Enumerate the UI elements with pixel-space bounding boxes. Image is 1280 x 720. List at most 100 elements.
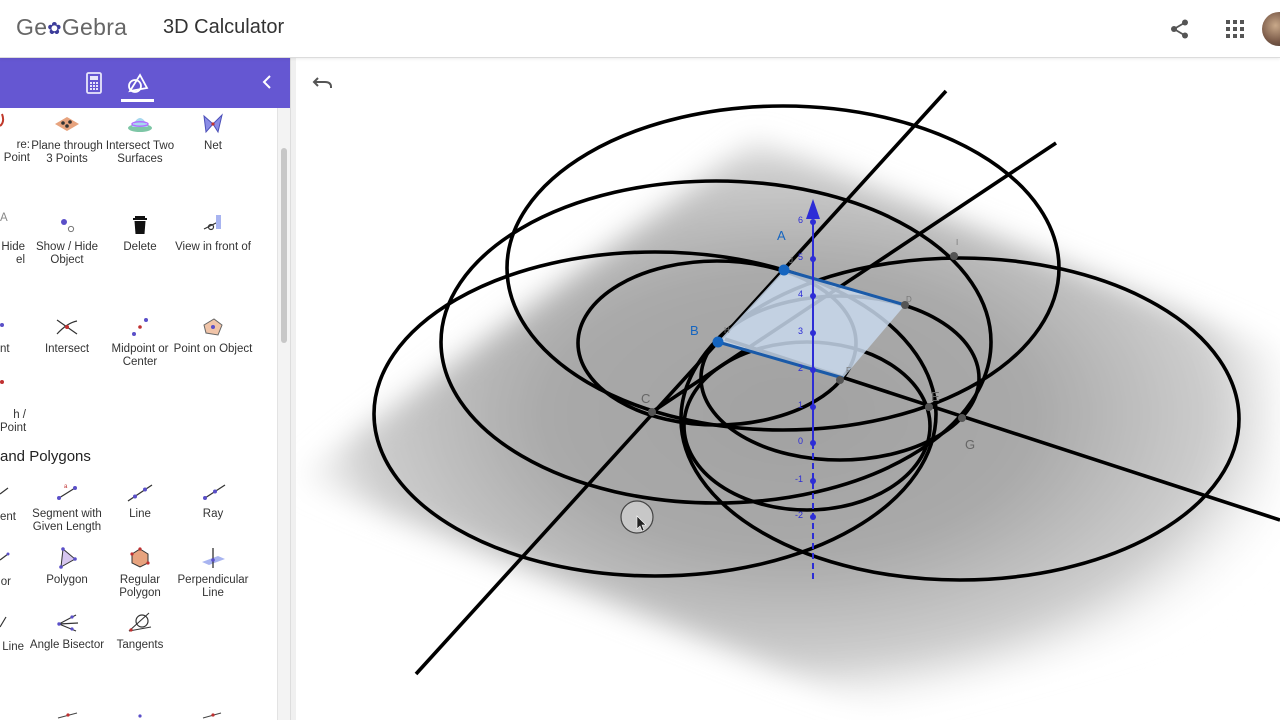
segment-length-icon: a	[57, 484, 77, 500]
point-B	[712, 336, 724, 348]
xy-plane[interactable]	[298, 140, 1280, 710]
tool-midpoint-or-center[interactable]: Midpoint or Center	[100, 315, 180, 369]
tool-net[interactable]: Net	[173, 112, 253, 153]
next-row-icons	[57, 712, 222, 719]
svg-text:a: a	[64, 484, 68, 490]
z-tick-1: 1	[798, 400, 803, 410]
geogebra-app: Ge✿Gebra 3D Calculator re: Point Plane t…	[0, 0, 1280, 720]
clipped-tool-icon[interactable]	[0, 482, 10, 500]
tool-intersect[interactable]: Intersect	[27, 315, 107, 356]
graphics-3d-view[interactable]: 6 5 4 3 2 1 0 -1 -2 A B C E G D H F I J	[296, 58, 1280, 720]
clipped-tool-label[interactable]: h / Point	[0, 409, 26, 435]
label-C: C	[641, 391, 650, 406]
show-hide-object-icon	[61, 219, 75, 233]
z-tick-m1: -1	[795, 474, 803, 484]
intersect-surfaces-icon	[128, 118, 152, 132]
line-icon	[127, 484, 153, 502]
intersect-icon	[56, 319, 78, 335]
share-icon[interactable]	[1169, 18, 1191, 40]
apps-grid-icon[interactable]	[1224, 18, 1246, 40]
net-icon	[203, 113, 223, 134]
tool-polygon[interactable]: Polygon	[27, 546, 107, 587]
label-J: J	[789, 256, 793, 265]
active-tab-indicator	[121, 99, 154, 102]
clipped-tool-icon[interactable]	[0, 613, 10, 631]
tool-point-on-object[interactable]: Point on Object	[173, 315, 253, 356]
z-tick-0: 0	[798, 436, 803, 446]
panel-header	[0, 58, 290, 108]
label-B: B	[690, 323, 699, 338]
top-bar: Ge✿Gebra 3D Calculator	[0, 0, 1280, 58]
clipped-tool-icon[interactable]	[0, 112, 10, 130]
tool-line[interactable]: Line	[100, 480, 180, 521]
tool-view-in-front-of[interactable]: View in front of	[173, 213, 253, 254]
tool-ray[interactable]: Ray	[173, 480, 253, 521]
section-title-lines-polygons: and Polygons	[0, 448, 91, 465]
label-F: F	[846, 366, 851, 375]
logo-text-1: Ge	[16, 14, 48, 40]
tool-angle-bisector[interactable]: Angle Bisector	[27, 611, 107, 652]
perpendicular-line-icon	[202, 548, 225, 568]
plane-through-points-icon	[55, 117, 79, 131]
tool-segment-with-given-length[interactable]: a Segment with Given Length	[27, 480, 107, 534]
clipped-tool-label[interactable]: Hide el	[0, 241, 25, 267]
chevron-left-icon[interactable]	[259, 73, 277, 91]
clipped-tool-icon[interactable]	[0, 318, 10, 336]
tool-show-hide-object[interactable]: Show / Hide Object	[27, 213, 107, 267]
tool-regular-polygon[interactable]: Regular Polygon	[100, 546, 180, 600]
polygon-icon	[59, 547, 77, 569]
z-tick-5: 5	[798, 252, 803, 262]
z-tick-2: 2	[798, 363, 803, 373]
clipped-tool-icon[interactable]: A	[0, 212, 12, 225]
label-H: H	[724, 326, 730, 335]
label-G: G	[965, 437, 975, 452]
clipped-tool-icon[interactable]	[0, 376, 10, 394]
app-title: 3D Calculator	[163, 16, 285, 38]
logo-text-2: Gebra	[61, 14, 128, 40]
tools-list[interactable]: re: Point Plane through 3 Points Intersec…	[0, 108, 277, 720]
z-tick-3: 3	[798, 326, 803, 336]
tools-tab-icon[interactable]	[126, 71, 150, 95]
midpoint-icon	[132, 318, 148, 336]
tangents-icon	[128, 612, 152, 632]
label-A: A	[777, 228, 786, 243]
clipped-tool-label[interactable]: ent	[0, 511, 16, 524]
tool-plane-through-3-points[interactable]: Plane through 3 Points	[27, 112, 107, 166]
tool-intersect-two-surfaces[interactable]: Intersect Two Surfaces	[100, 112, 180, 166]
point-E	[925, 403, 933, 411]
mouse-cursor-icon	[620, 500, 654, 534]
clipped-tool-label[interactable]: Line	[0, 641, 24, 654]
clipped-tool-label[interactable]: re: Point	[0, 139, 30, 165]
ray-icon	[203, 484, 226, 500]
point-F	[836, 376, 844, 384]
algebra-tab-calculator-icon[interactable]	[82, 71, 106, 95]
point-A	[778, 264, 790, 276]
point-on-object-icon	[203, 318, 223, 336]
user-avatar[interactable]	[1262, 12, 1280, 46]
clipped-tool-label[interactable]: or	[0, 576, 11, 589]
view-in-front-icon	[203, 215, 221, 231]
scrollbar-thumb[interactable]	[281, 148, 287, 343]
3d-scene[interactable]: 6 5 4 3 2 1 0 -1 -2 A B C E G D H F I J	[296, 58, 1280, 720]
geogebra-logo[interactable]: Ge✿Gebra	[16, 14, 127, 41]
label-E: E	[931, 389, 940, 404]
point-C	[648, 408, 656, 416]
regular-polygon-icon	[130, 547, 150, 568]
tool-tangents[interactable]: Tangents	[100, 611, 180, 652]
label-D: D	[906, 295, 912, 304]
point-G	[958, 414, 966, 422]
tools-panel: re: Point Plane through 3 Points Intersec…	[0, 58, 291, 720]
tool-perpendicular-line[interactable]: Perpendicular Line	[173, 546, 253, 600]
logo-knot-icon: ✿	[47, 19, 62, 38]
trash-icon	[133, 216, 147, 234]
clipped-tool-icon[interactable]	[0, 548, 10, 566]
z-tick-4: 4	[798, 289, 803, 299]
label-I: I	[956, 238, 958, 247]
clipped-tool-label[interactable]: nt	[0, 343, 10, 356]
point-J	[950, 252, 958, 260]
z-tick-m2: -2	[795, 510, 803, 520]
angle-bisector-icon	[57, 614, 79, 632]
tool-delete[interactable]: Delete	[100, 213, 180, 254]
undo-icon[interactable]	[312, 74, 334, 92]
z-tick-6: 6	[798, 215, 803, 225]
